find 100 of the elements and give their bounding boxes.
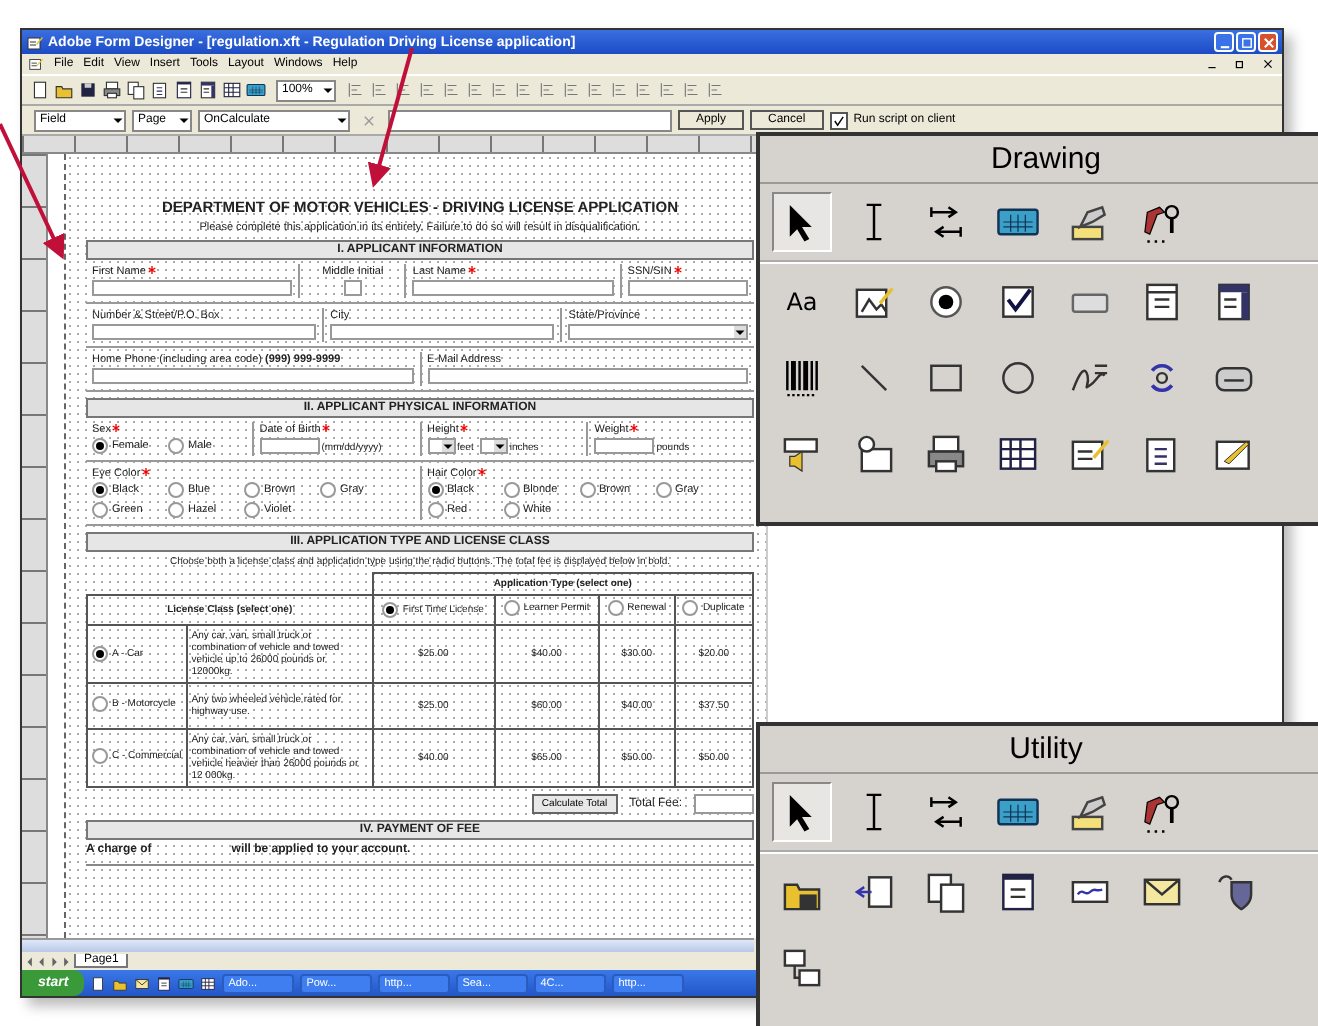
text-field[interactable] [259,438,320,454]
radio-button[interactable] [427,502,443,518]
hammer-icon [1140,200,1184,244]
radio-button[interactable] [92,438,108,454]
radio-button[interactable] [92,696,108,712]
document-icon[interactable] [174,80,194,100]
align-icon[interactable] [418,80,438,100]
align-icon[interactable] [346,80,366,100]
radio-button[interactable] [320,482,336,498]
document-icon [28,56,44,72]
script-field[interactable] [388,109,672,131]
radio-button[interactable] [168,438,184,454]
annotation-arrow [367,47,414,188]
dropdown-field[interactable] [427,438,455,454]
text-field[interactable] [412,280,614,296]
text-field[interactable] [427,368,748,384]
documents-icon[interactable] [126,80,146,100]
radio-button[interactable] [579,482,595,498]
total-field[interactable] [694,794,754,814]
folder-icon[interactable] [112,975,129,991]
align-icon[interactable] [706,80,726,100]
align-icon[interactable] [490,80,510,100]
checkbox[interactable] [829,111,848,129]
maximize-icon [1239,35,1253,49]
text-field[interactable] [343,280,362,296]
grid-icon[interactable] [200,975,217,991]
align-icon[interactable] [466,80,486,100]
tool-button[interactable] [772,192,832,252]
minimize-button[interactable] [1214,32,1234,52]
align-icon[interactable] [370,80,390,100]
document-icon [996,870,1040,914]
text-tool-button[interactable]: Aa [772,272,832,332]
window-list-icon [1212,280,1256,324]
restore-icon [1233,58,1245,70]
calculator-icon[interactable] [246,80,266,100]
grid-icon[interactable] [222,80,242,100]
tab-navigation-icon[interactable] [26,955,70,967]
window-list-icon[interactable] [198,80,218,100]
align-icon[interactable] [562,80,582,100]
folder-icon[interactable] [54,80,74,100]
radio-button[interactable] [503,482,519,498]
align-icon[interactable] [658,80,678,100]
text-field[interactable] [330,324,555,340]
computers-icon [780,946,824,990]
document-arrow-icon [852,870,896,914]
shield-icon [1212,870,1256,914]
clipboard-icon[interactable] [150,80,170,100]
align-icon[interactable] [586,80,606,100]
text-field[interactable] [92,280,293,296]
align-icon[interactable] [634,80,654,100]
radio-button[interactable] [382,602,399,618]
radio-button[interactable] [92,748,108,764]
align-icon[interactable] [538,80,558,100]
printer-icon [924,432,968,476]
grid-icon [996,432,1040,476]
align-icon[interactable] [394,80,414,100]
text-field[interactable] [92,324,317,340]
radio-button[interactable] [503,600,520,616]
stamp-icon [1068,790,1112,834]
radio-button[interactable] [607,600,624,616]
dropdown-field[interactable] [568,324,748,340]
circle-icon [996,356,1040,400]
printer-icon[interactable] [102,80,122,100]
radio-button[interactable] [427,482,443,498]
text-field[interactable] [594,438,655,454]
palette-title: Utility [760,726,1318,774]
clock-window-icon [852,432,896,476]
radio-button[interactable] [503,502,519,518]
page-icon[interactable] [90,975,107,991]
radio-button[interactable] [168,502,184,518]
envelope-icon[interactable] [134,975,151,991]
align-icon[interactable] [682,80,702,100]
radio-button[interactable] [168,482,184,498]
radio-button[interactable] [92,482,108,498]
radio-button[interactable] [244,482,260,498]
radio-button[interactable] [244,502,260,518]
tool-button[interactable] [772,782,832,842]
document-icon[interactable] [156,975,173,991]
radio-button[interactable] [92,646,108,662]
dropdown-field[interactable] [479,438,508,454]
maximize-button[interactable] [1236,32,1256,52]
radio-button[interactable] [92,502,108,518]
align-icon[interactable] [610,80,630,100]
radio-button[interactable] [655,482,671,498]
page-icon[interactable] [30,80,50,100]
barcode-icon [780,356,824,400]
dropdown-arrow-icon [112,114,124,126]
check-icon [831,113,846,127]
close-icon [1261,58,1273,70]
horizontal-scrollbar[interactable] [22,938,754,952]
dropdown-arrow-icon [734,326,746,338]
text-field[interactable] [627,280,749,296]
align-icon[interactable] [514,80,534,100]
checkbox-icon [996,280,1040,324]
align-icon[interactable] [442,80,462,100]
restore-button[interactable] [1230,56,1248,72]
close-button[interactable] [1258,56,1276,72]
radio-button[interactable] [682,600,699,616]
hammer-icon [1140,790,1184,834]
text-field[interactable] [92,368,413,384]
